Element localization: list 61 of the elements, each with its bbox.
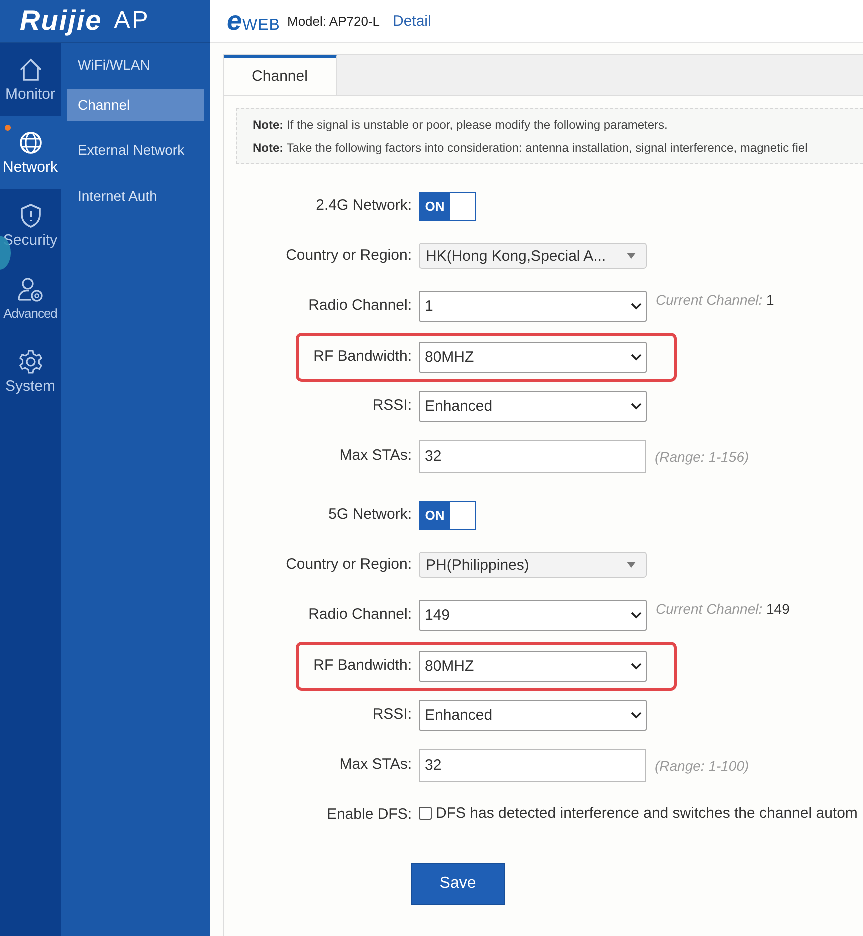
chevron-icon — [631, 662, 642, 670]
toggle-switch[interactable]: ON — [419, 192, 476, 220]
tab[interactable]: Channel — [224, 55, 337, 95]
field-label: RF Bandwidth: — [312, 656, 412, 676]
field-label: Radio Channel: — [308, 605, 412, 625]
hint-text: Current Channel: 149 — [656, 601, 790, 617]
logo: Ruijie — [20, 5, 102, 37]
region-dropdown[interactable]: PH(Philippines) — [419, 552, 647, 578]
rail-item[interactable]: Security — [0, 189, 61, 262]
globe-icon — [18, 130, 44, 156]
product-name: AP — [114, 7, 150, 35]
select-field[interactable]: 1 — [419, 290, 647, 322]
home-icon — [18, 56, 44, 82]
select-field[interactable]: 80MHZ — [419, 342, 647, 372]
checkbox-label: DFS has detected interference and switches the channel autom — [436, 805, 858, 822]
save-button[interactable]: Save — [411, 863, 505, 905]
select-field[interactable]: 80MHZ — [419, 650, 647, 682]
hint-text: (Range: 1-100) — [655, 758, 750, 774]
field-label: Max STAs: — [338, 446, 412, 466]
eweb-logo: eWEB — [227, 6, 280, 36]
select-field[interactable]: Enhanced — [419, 390, 647, 422]
submenu-item[interactable]: WiFi/WLAN — [67, 47, 204, 89]
chevron-icon — [631, 712, 642, 718]
hint-text: (Range: 1-156) — [655, 449, 750, 465]
settings-icon — [18, 348, 44, 374]
rail-item[interactable]: Advanced — [0, 262, 61, 335]
rail-item[interactable]: System — [0, 335, 61, 408]
field-label: RF Bandwidth: — [312, 347, 412, 367]
dropdown-arrow-icon — [627, 562, 636, 568]
input-field[interactable]: 32 — [419, 440, 646, 472]
rail-item[interactable]: Network — [0, 116, 61, 189]
chevron-icon — [631, 354, 642, 360]
field-label: 2.4G Network: — [315, 196, 412, 216]
select-field[interactable]: 149 — [419, 600, 647, 630]
submenu-item[interactable]: External Network — [67, 127, 204, 173]
field-label: Enable DFS: — [326, 805, 412, 825]
select-field[interactable]: Enhanced — [419, 700, 647, 730]
submenu-item[interactable]: Internet Auth — [67, 173, 204, 219]
field-label: RSSI: — [372, 396, 412, 416]
input-field[interactable]: 32 — [419, 748, 646, 782]
model-label: Model: AP720-L — [287, 14, 380, 28]
field-label: Max STAs: — [338, 755, 412, 775]
note-text: Note: If the signal is unstable or poor, please modify the following parameters. — [253, 118, 669, 132]
chevron-icon — [631, 302, 642, 310]
field-label: Country or Region: — [285, 555, 412, 575]
user-gear-icon — [16, 276, 44, 302]
toggle-switch[interactable]: ON — [419, 500, 476, 530]
checkbox[interactable] — [419, 806, 432, 820]
field-label: Country or Region: — [285, 246, 412, 266]
field-label: Radio Channel: — [308, 296, 412, 316]
chevron-icon — [631, 402, 642, 410]
chevron-icon — [631, 612, 642, 618]
submenu-item[interactable]: Channel — [67, 89, 204, 121]
field-label: RSSI: — [372, 705, 412, 725]
hint-text: Current Channel: 1 — [656, 292, 774, 308]
dropdown-arrow-icon — [627, 253, 636, 259]
note-text: Note: Take the following factors into consideration: antenna installation, signal interference, magnetic fiel — [253, 141, 809, 155]
rail-item[interactable]: Monitor — [0, 43, 61, 116]
region-dropdown[interactable]: HK(Hong Kong,Special A... — [419, 243, 647, 269]
detail-link[interactable]: Detail — [393, 12, 432, 30]
field-label: 5G Network: — [328, 505, 412, 525]
